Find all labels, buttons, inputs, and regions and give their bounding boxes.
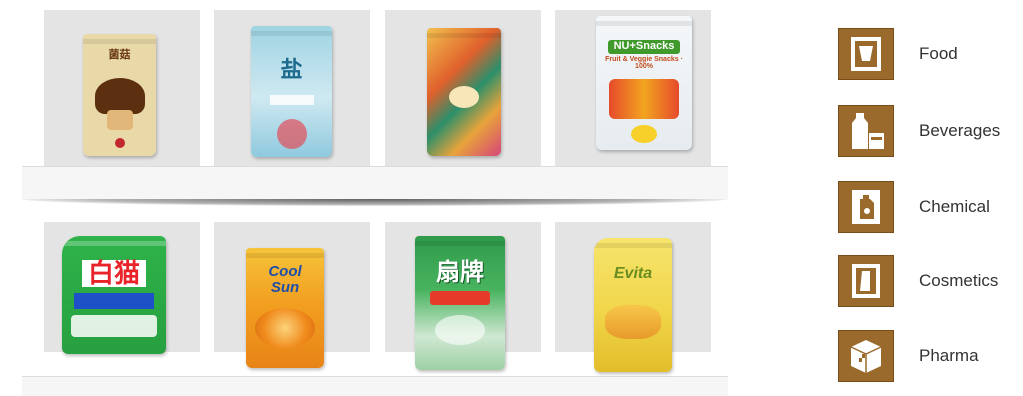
legend-item-cosmetics[interactable]: Cosmetics <box>838 255 998 307</box>
legend-item-beverages[interactable]: Beverages <box>838 105 1000 157</box>
pharma-box-icon <box>838 330 894 382</box>
detergent-spout-pouch: 白猫 <box>62 236 166 354</box>
category-legend: Food Beverages Chemical Cosmetics Pharma <box>838 0 1023 395</box>
dishwash-pouch: 扇牌 <box>415 236 505 370</box>
food-pouch-icon <box>838 28 894 80</box>
cool-sun-orange-pouch: Cool Sun <box>246 248 324 368</box>
beverage-bottle-icon <box>838 105 894 157</box>
top-shelf-plank <box>22 166 728 199</box>
mushroom-stand-up-pouch: 菌菇 <box>83 34 156 156</box>
bottom-shelf-plank <box>22 376 728 396</box>
sea-salt-pouch: 盐 <box>251 26 332 157</box>
legend-item-food[interactable]: Food <box>838 28 958 80</box>
legend-item-chemical[interactable]: Chemical <box>838 181 990 233</box>
tropical-print-pouch <box>427 28 501 156</box>
product-shelves: 菌菇 盐 NU+Snacks Fruit & Veggie Snacks · 1… <box>0 0 760 396</box>
legend-item-pharma[interactable]: Pharma <box>838 330 979 382</box>
chemical-spray-icon <box>838 181 894 233</box>
yellow-spout-pouch: Evita <box>594 238 672 372</box>
nu-snacks-pouch: NU+Snacks Fruit & Veggie Snacks · 100% <box>596 16 692 150</box>
cosmetics-icon <box>838 255 894 307</box>
